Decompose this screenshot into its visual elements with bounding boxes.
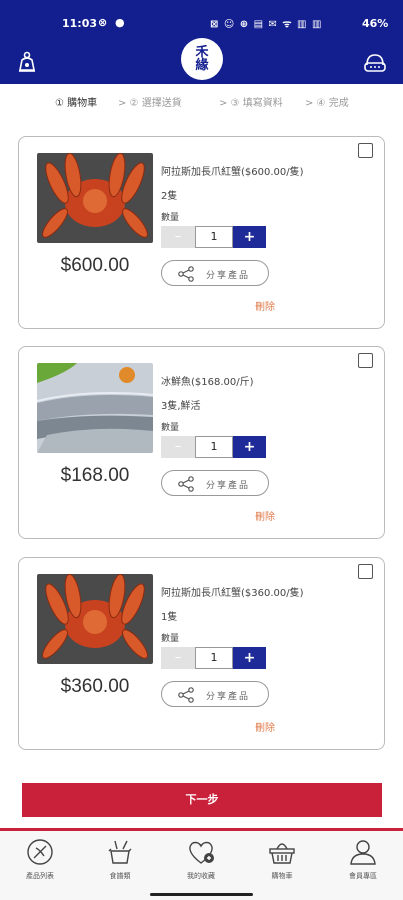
quantity-stepper: – 1 + xyxy=(161,436,266,458)
tab-label: 產品列表 xyxy=(26,872,54,880)
step-delivery: > ② 選擇送貨 xyxy=(118,98,182,109)
quantity-label: 數量 xyxy=(161,423,180,433)
tab-label: 食譜類 xyxy=(109,872,131,880)
increment-button[interactable]: + xyxy=(233,647,266,669)
crab-image xyxy=(37,153,153,243)
system-icons: ⊠ ☺ ⊕ ▤ ✉ ᯤ ▥ ▥ xyxy=(210,19,323,30)
tab-label: 我的收藏 xyxy=(187,872,215,880)
notification-icons: ⊗ ● xyxy=(98,16,127,29)
share-label: 分享產品 xyxy=(206,692,251,702)
tab-recipes[interactable]: 食譜類 xyxy=(80,837,160,881)
share-label: 分享產品 xyxy=(206,481,251,491)
share-product-button[interactable]: 分享產品 xyxy=(161,260,269,286)
bell-icon[interactable] xyxy=(14,50,40,76)
decrement-button[interactable]: – xyxy=(161,436,195,458)
item-spec: 3隻,鮮活 xyxy=(161,401,201,412)
delete-link[interactable]: 刪除 xyxy=(255,508,275,523)
step-details: > ③ 填寫資料 xyxy=(219,98,283,109)
item-checkbox[interactable] xyxy=(358,353,373,368)
cart-item-card: $600.00 阿拉斯加長爪紅蟹($600.00/隻) 2隻 數量 – 1 + … xyxy=(18,136,385,329)
tab-label: 會員專區 xyxy=(349,872,377,880)
quantity-stepper: – 1 + xyxy=(161,226,266,248)
step-cart: ① 購物車 xyxy=(55,98,98,109)
item-price: $360.00 xyxy=(60,676,130,697)
fish-image xyxy=(37,363,153,453)
product-list-icon xyxy=(27,839,53,865)
quantity-field[interactable]: 1 xyxy=(195,647,233,669)
favorites-icon xyxy=(189,841,214,864)
cart-item-card: $168.00 冰鮮魚($168.00/斤) 3隻,鮮活 數量 – 1 + 分享… xyxy=(18,346,385,539)
item-spec: 1隻 xyxy=(161,612,178,623)
share-product-button[interactable]: 分享產品 xyxy=(161,470,269,496)
brand-logo: 禾 緣 xyxy=(181,38,223,80)
quantity-stepper: – 1 + xyxy=(161,647,266,669)
increment-button[interactable]: + xyxy=(233,436,266,458)
recipe-icon xyxy=(108,840,132,864)
item-price: $600.00 xyxy=(60,255,130,276)
tab-label: 購物車 xyxy=(271,872,293,880)
battery-level: 46% xyxy=(362,17,389,30)
item-name: 冰鮮魚($168.00/斤) xyxy=(161,377,254,388)
item-name: 阿拉斯加長爪紅蟹($360.00/隻) xyxy=(161,588,304,599)
tab-cart[interactable]: 購物車 xyxy=(242,837,322,881)
bottom-tab-bar: 產品列表 食譜類 我的收藏 購物車 會員專區 xyxy=(0,831,403,900)
member-icon xyxy=(350,840,376,865)
quantity-label: 數量 xyxy=(161,213,180,223)
delete-link[interactable]: 刪除 xyxy=(255,719,275,734)
app-header: 禾 緣 xyxy=(0,38,403,84)
item-price: $168.00 xyxy=(60,465,130,486)
share-icon xyxy=(178,266,194,282)
tab-favorites[interactable]: 我的收藏 xyxy=(161,837,241,881)
step-complete: > ④ 完成 xyxy=(305,98,349,109)
tab-product-list[interactable]: 產品列表 xyxy=(0,837,80,881)
share-icon xyxy=(178,687,194,703)
cart-item-card: $360.00 阿拉斯加長爪紅蟹($360.00/隻) 1隻 數量 – 1 + … xyxy=(18,557,385,750)
item-spec: 2隻 xyxy=(161,191,178,202)
cart-icon xyxy=(269,843,295,864)
increment-button[interactable]: + xyxy=(233,226,266,248)
decrement-button[interactable]: – xyxy=(161,226,195,248)
share-label: 分享產品 xyxy=(206,271,251,281)
delete-link[interactable]: 刪除 xyxy=(255,298,275,313)
next-step-button[interactable]: 下一步 xyxy=(22,783,382,817)
item-checkbox[interactable] xyxy=(358,143,373,158)
crab-image xyxy=(37,574,153,664)
decrement-button[interactable]: – xyxy=(161,647,195,669)
quantity-field[interactable]: 1 xyxy=(195,226,233,248)
tab-member[interactable]: 會員專區 xyxy=(323,837,403,881)
checkout-steps: ① 購物車 > ② 選擇送貨 > ③ 填寫資料 > ④ 完成 xyxy=(0,84,403,116)
status-time: 11:03 xyxy=(62,17,98,30)
share-product-button[interactable]: 分享產品 xyxy=(161,681,269,707)
home-indicator[interactable] xyxy=(150,893,253,896)
quantity-field[interactable]: 1 xyxy=(195,436,233,458)
customer-service-icon[interactable] xyxy=(362,50,388,76)
item-checkbox[interactable] xyxy=(358,564,373,579)
quantity-label: 數量 xyxy=(161,634,180,644)
share-icon xyxy=(178,476,194,492)
logo-text: 禾 緣 xyxy=(195,45,209,73)
item-name: 阿拉斯加長爪紅蟹($600.00/隻) xyxy=(161,167,304,178)
